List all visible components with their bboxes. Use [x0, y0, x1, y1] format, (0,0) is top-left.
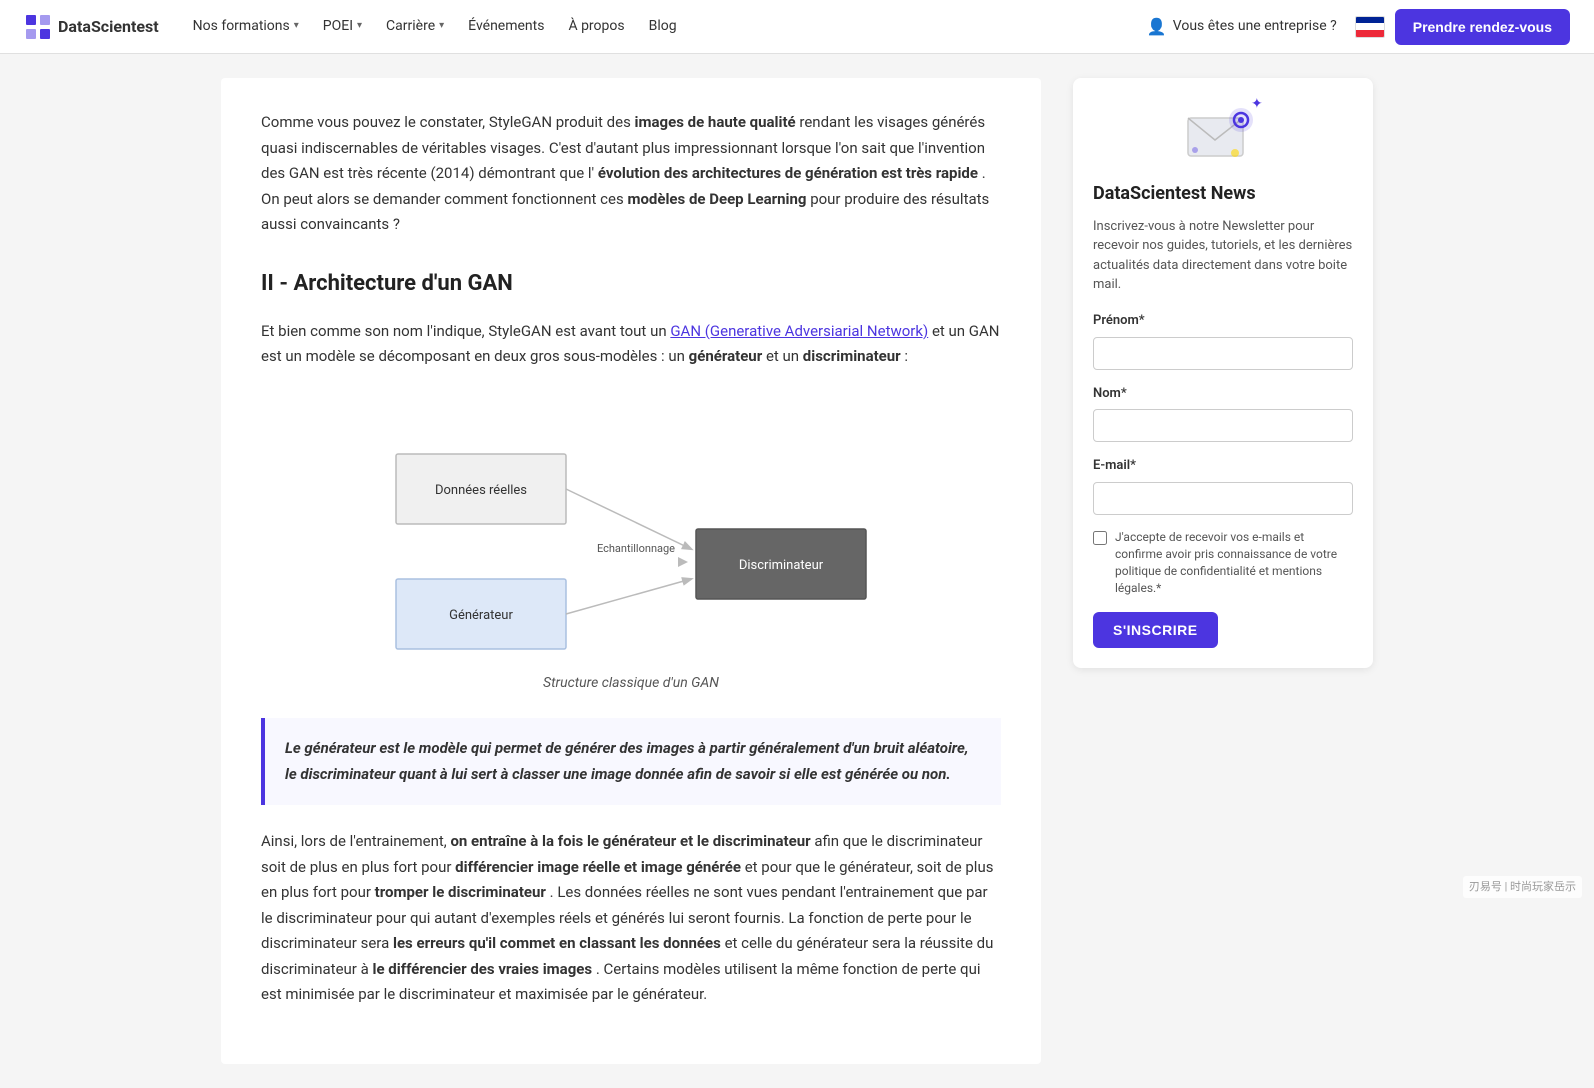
- p1-bold1: images de haute qualité: [635, 113, 796, 131]
- node-discriminateur-label: Discriminateur: [739, 558, 824, 573]
- nav-formations[interactable]: Nos formations ▾: [183, 9, 309, 43]
- enterprise-link[interactable]: 👤 Vous êtes une entreprise ?: [1139, 8, 1345, 46]
- nom-input[interactable]: [1093, 409, 1353, 442]
- p2-end: :: [904, 347, 908, 365]
- language-flag[interactable]: [1355, 16, 1385, 38]
- gan-diagram: Données réelles Générateur Discriminateu…: [261, 394, 1001, 694]
- nav-evenements[interactable]: Événements: [458, 9, 554, 43]
- diagram-caption: Structure classique d'un GAN: [543, 672, 719, 694]
- node-generateur-label: Générateur: [449, 608, 513, 623]
- navbar: DataScientest Nos formations ▾ POEI ▾ Ca…: [0, 0, 1594, 54]
- nav-poei[interactable]: POEI ▾: [313, 9, 372, 43]
- p1-bold3: modèles de Deep Learning: [627, 190, 806, 208]
- nav-carriere[interactable]: Carrière ▾: [376, 9, 454, 43]
- nav-apropos[interactable]: À propos: [558, 9, 634, 43]
- prenom-input[interactable]: [1093, 337, 1353, 370]
- diagram-svg-container: Données réelles Générateur Discriminateu…: [366, 394, 896, 664]
- paragraph2: Et bien comme son nom l'indique, StyleGA…: [261, 319, 1001, 370]
- consent-label[interactable]: J'accepte de recevoir vos e-mails et con…: [1115, 529, 1353, 596]
- p2-and: et un: [766, 347, 803, 365]
- blockquote-text: Le générateur est le modèle qui permet d…: [285, 739, 968, 783]
- intro-paragraph: Comme vous pouvez le constater, StyleGAN…: [261, 110, 1001, 238]
- newsletter-card: ✦ DataScientest News Inscrivez-vous à no…: [1073, 78, 1373, 668]
- cta-button[interactable]: Prendre rendez-vous: [1395, 9, 1570, 45]
- email-label: E-mail*: [1093, 456, 1353, 477]
- p3-bold2: différencier image réelle et image génér…: [455, 858, 741, 876]
- p3-bold5: le différencier des vraies images: [373, 960, 593, 978]
- carriere-chevron-icon: ▾: [439, 18, 444, 34]
- p1-start: Comme vous pouvez le constater, StyleGAN…: [261, 113, 635, 131]
- section2-heading: II - Architecture d'un GAN: [261, 266, 1001, 301]
- enterprise-icon: 👤: [1147, 14, 1167, 40]
- email-input[interactable]: [1093, 482, 1353, 515]
- main-content: Comme vous pouvez le constater, StyleGAN…: [221, 78, 1041, 1064]
- sidebar: ✦ DataScientest News Inscrivez-vous à no…: [1073, 78, 1373, 668]
- page-layout: Comme vous pouvez le constater, StyleGAN…: [197, 54, 1397, 1088]
- p2-bold2: discriminateur: [803, 347, 901, 365]
- newsletter-icon: ✦: [1183, 98, 1263, 168]
- consent-row: J'accepte de recevoir vos e-mails et con…: [1093, 529, 1353, 596]
- subscribe-button[interactable]: S'INSCRIRE: [1093, 612, 1218, 648]
- nav-blog[interactable]: Blog: [639, 9, 687, 43]
- logo-text: DataScientest: [58, 14, 159, 40]
- p3-bold4: les erreurs qu'il commet en classant les…: [393, 934, 721, 952]
- nav-links: Nos formations ▾ POEI ▾ Carrière ▾ Événe…: [183, 9, 1131, 43]
- nav-right: 👤 Vous êtes une entreprise ? Prendre ren…: [1139, 8, 1570, 46]
- svg-text:✦: ✦: [1251, 98, 1263, 112]
- p2-start: Et bien comme son nom l'indique, StyleGA…: [261, 322, 670, 340]
- p1-bold2: évolution des architectures de génératio…: [598, 164, 978, 182]
- formations-chevron-icon: ▾: [294, 18, 299, 34]
- watermark: 刃易号 | 时尚玩家岳示: [1463, 876, 1582, 898]
- newsletter-desc: Inscrivez-vous à notre Newsletter pour r…: [1093, 217, 1353, 295]
- p3-bold1: on entraîne à la fois le générateur et l…: [450, 832, 810, 850]
- paragraph3: Ainsi, lors de l'entrainement, on entraî…: [261, 829, 1001, 1008]
- blockquote: Le générateur est le modèle qui permet d…: [261, 718, 1001, 805]
- p3-start: Ainsi, lors de l'entrainement,: [261, 832, 450, 850]
- consent-checkbox[interactable]: [1093, 531, 1107, 545]
- logo[interactable]: DataScientest: [24, 13, 159, 41]
- newsletter-icon-wrap: ✦: [1093, 98, 1353, 168]
- node-donnees-label: Données réelles: [435, 483, 527, 498]
- node-echantillonnage-label: Echantillonnage: [597, 542, 675, 555]
- gan-diagram-svg: Données réelles Générateur Discriminateu…: [366, 394, 896, 654]
- poei-chevron-icon: ▾: [357, 18, 362, 34]
- prenom-label: Prénom*: [1093, 311, 1353, 332]
- gan-link[interactable]: GAN (Generative Adversiarial Network): [670, 322, 928, 340]
- newsletter-title: DataScientest News: [1093, 180, 1353, 209]
- nom-label: Nom*: [1093, 384, 1353, 405]
- logo-icon: [24, 13, 52, 41]
- p2-bold1: générateur: [689, 347, 763, 365]
- p3-bold3: tromper le discriminateur: [375, 883, 546, 901]
